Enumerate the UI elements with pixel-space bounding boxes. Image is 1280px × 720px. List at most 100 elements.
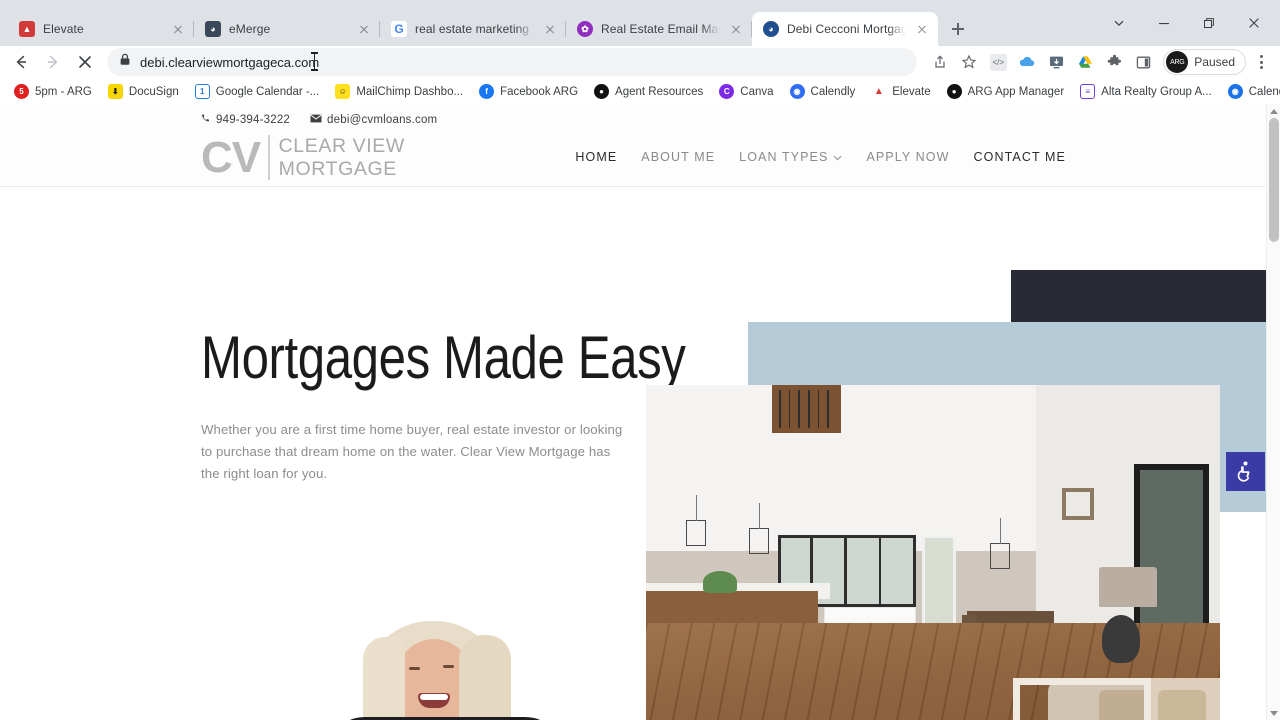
- page-scrollbar[interactable]: [1266, 104, 1280, 720]
- chrome-menu-kebab-icon[interactable]: [1248, 48, 1274, 76]
- browser-tab-4[interactable]: ✿ Real Estate Email Marketing: Im: [566, 12, 752, 46]
- site-navigation: HOME ABOUT ME LOAN TYPES APPLY NOW CONTA…: [575, 150, 1066, 164]
- nav-label: LOAN TYPES: [739, 150, 829, 164]
- purple-flower-icon: ✿: [577, 21, 593, 37]
- site-topbar: 949-394-3222 debi@cvmloans.com: [200, 113, 437, 127]
- portrait-eye-right: [443, 665, 454, 668]
- forward-button[interactable]: [38, 47, 68, 77]
- google-drive-icon[interactable]: [1071, 48, 1099, 76]
- share-icon[interactable]: [926, 48, 954, 76]
- tab-close-icon[interactable]: [728, 21, 744, 37]
- photo-pendant-light-2: [749, 502, 770, 554]
- browser-tab-3[interactable]: G real estate marketing list segme: [380, 12, 566, 46]
- clearview-circle-icon: ◕: [763, 21, 779, 37]
- bookmark-item[interactable]: C Canva: [711, 81, 781, 102]
- bookmark-label: 5pm - ARG: [35, 85, 92, 98]
- bookmark-item[interactable]: 1 Google Calendar -...: [187, 81, 328, 102]
- tab-title: eMerge: [229, 22, 271, 36]
- tab-close-icon[interactable]: [542, 21, 558, 37]
- tab-close-icon[interactable]: [356, 21, 372, 37]
- logo-line-1: CLEAR VIEW: [278, 135, 405, 158]
- facebook-icon: f: [479, 84, 495, 99]
- bookmark-item[interactable]: ● ARG App Manager: [939, 81, 1073, 102]
- portrait-eye-left: [409, 667, 420, 670]
- site-information-lock-icon[interactable]: [119, 53, 131, 71]
- back-button[interactable]: [6, 47, 36, 77]
- alta-realty-icon: ≡: [1080, 84, 1096, 99]
- agent-resources-icon: ●: [594, 84, 610, 99]
- browser-toolbar: debi.clearviewmortgageca.com </> ARG Pau…: [0, 46, 1280, 78]
- bookmark-item[interactable]: ⬇ DocuSign: [100, 81, 187, 102]
- bookmark-item[interactable]: ◉ Calendly: [782, 81, 864, 102]
- phone-contact[interactable]: 949-394-3222: [200, 113, 290, 127]
- nav-item-loan-types[interactable]: LOAN TYPES: [739, 150, 842, 164]
- nav-label: ABOUT ME: [641, 150, 716, 164]
- site-header: 949-394-3222 debi@cvmloans.com CV CLEAR …: [0, 104, 1266, 187]
- bookmark-label: Elevate: [892, 85, 931, 98]
- accessibility-wheelchair-icon[interactable]: [1226, 452, 1265, 491]
- phone-number: 949-394-3222: [216, 114, 291, 126]
- bookmark-label: Agent Resources: [615, 85, 704, 98]
- bookmark-label: ARG App Manager: [967, 85, 1065, 98]
- site-logo[interactable]: CV CLEAR VIEW MORTGAGE: [201, 135, 405, 180]
- 5pm-circle-icon: 5: [14, 84, 29, 99]
- email-contact[interactable]: debi@cvmloans.com: [310, 113, 437, 127]
- bookmark-star-icon[interactable]: [955, 48, 983, 76]
- bookmark-item[interactable]: ● Agent Resources: [586, 81, 711, 102]
- bookmark-item[interactable]: ◉ Calendly - Alta Real...: [1220, 81, 1280, 102]
- logo-line-2: MORTGAGE: [278, 157, 397, 180]
- address-bar-url[interactable]: debi.clearviewmortgageca.com: [140, 55, 319, 70]
- minimize-icon[interactable]: [1141, 7, 1186, 39]
- bookmark-item[interactable]: f Facebook ARG: [471, 81, 586, 102]
- profile-paused-pill[interactable]: ARG Paused: [1163, 49, 1246, 75]
- scroll-up-arrow[interactable]: [1267, 104, 1280, 118]
- new-tab-button[interactable]: [944, 15, 972, 43]
- tab-title: real estate marketing list segme: [415, 22, 534, 36]
- sync-paused-label: Paused: [1194, 55, 1235, 69]
- bookmark-item[interactable]: ≡ Alta Realty Group A...: [1072, 81, 1220, 102]
- browser-tab-1[interactable]: ▲ Elevate: [8, 12, 194, 46]
- browser-titlebar: ▲ Elevate ◕ eMerge G real estate marketi…: [0, 0, 1280, 46]
- stop-loading-button[interactable]: [70, 47, 100, 77]
- code-extension-icon[interactable]: </>: [984, 48, 1012, 76]
- nav-label: APPLY NOW: [866, 150, 950, 164]
- nav-item-apply-now[interactable]: APPLY NOW: [866, 150, 949, 164]
- tab-close-icon[interactable]: [914, 21, 930, 37]
- photo-pendant-light-1: [686, 494, 707, 546]
- photo-wall-art: [1061, 487, 1094, 520]
- maximize-restore-icon[interactable]: [1186, 7, 1231, 39]
- nav-label: HOME: [575, 150, 618, 164]
- side-panel-icon[interactable]: [1129, 48, 1157, 76]
- portrait-smile: [418, 693, 450, 708]
- close-window-icon[interactable]: [1231, 7, 1276, 39]
- nav-item-contact-me[interactable]: CONTACT ME: [974, 150, 1066, 164]
- bookmark-item[interactable]: ▲ Elevate: [863, 81, 938, 102]
- tab-close-icon[interactable]: [170, 21, 186, 37]
- email-address: debi@cvmloans.com: [327, 114, 438, 126]
- phone-icon: [200, 113, 211, 127]
- browser-tab-5-active[interactable]: ◕ Debi Cecconi Mortgage - Debi C: [752, 12, 938, 46]
- browser-tab-2[interactable]: ◕ eMerge: [194, 12, 380, 46]
- download-monitor-icon[interactable]: [1042, 48, 1070, 76]
- photo-pendant-light-3: [990, 518, 1011, 570]
- scroll-thumb[interactable]: [1269, 118, 1279, 242]
- cloud-extension-icon[interactable]: [1013, 48, 1041, 76]
- logo-mark: CV: [201, 132, 261, 182]
- bookmark-item[interactable]: 5 5pm - ARG: [6, 81, 100, 102]
- bookmark-label: Calendly - Alta Real...: [1248, 85, 1280, 98]
- photo-plant: [703, 571, 738, 594]
- bookmark-item[interactable]: ☺ MailChimp Dashbo...: [327, 81, 471, 102]
- nav-item-about-me[interactable]: ABOUT ME: [641, 150, 715, 164]
- nav-item-home[interactable]: HOME: [575, 150, 617, 164]
- logo-divider: [268, 135, 270, 180]
- window-controls: [1096, 7, 1280, 39]
- extensions-puzzle-icon[interactable]: [1100, 48, 1128, 76]
- scroll-down-arrow[interactable]: [1267, 706, 1280, 720]
- tab-search-chevron-icon[interactable]: [1096, 7, 1141, 39]
- google-calendar-icon: 1: [194, 84, 210, 99]
- elevate-icon: ▲: [871, 84, 887, 99]
- address-bar[interactable]: debi.clearviewmortgageca.com: [107, 48, 918, 76]
- tab-title: Elevate: [43, 22, 84, 36]
- bookmarks-bar: 5 5pm - ARG ⬇ DocuSign 1 Google Calendar -.…: [0, 78, 1280, 106]
- toolbar-icons: </>: [926, 48, 1157, 76]
